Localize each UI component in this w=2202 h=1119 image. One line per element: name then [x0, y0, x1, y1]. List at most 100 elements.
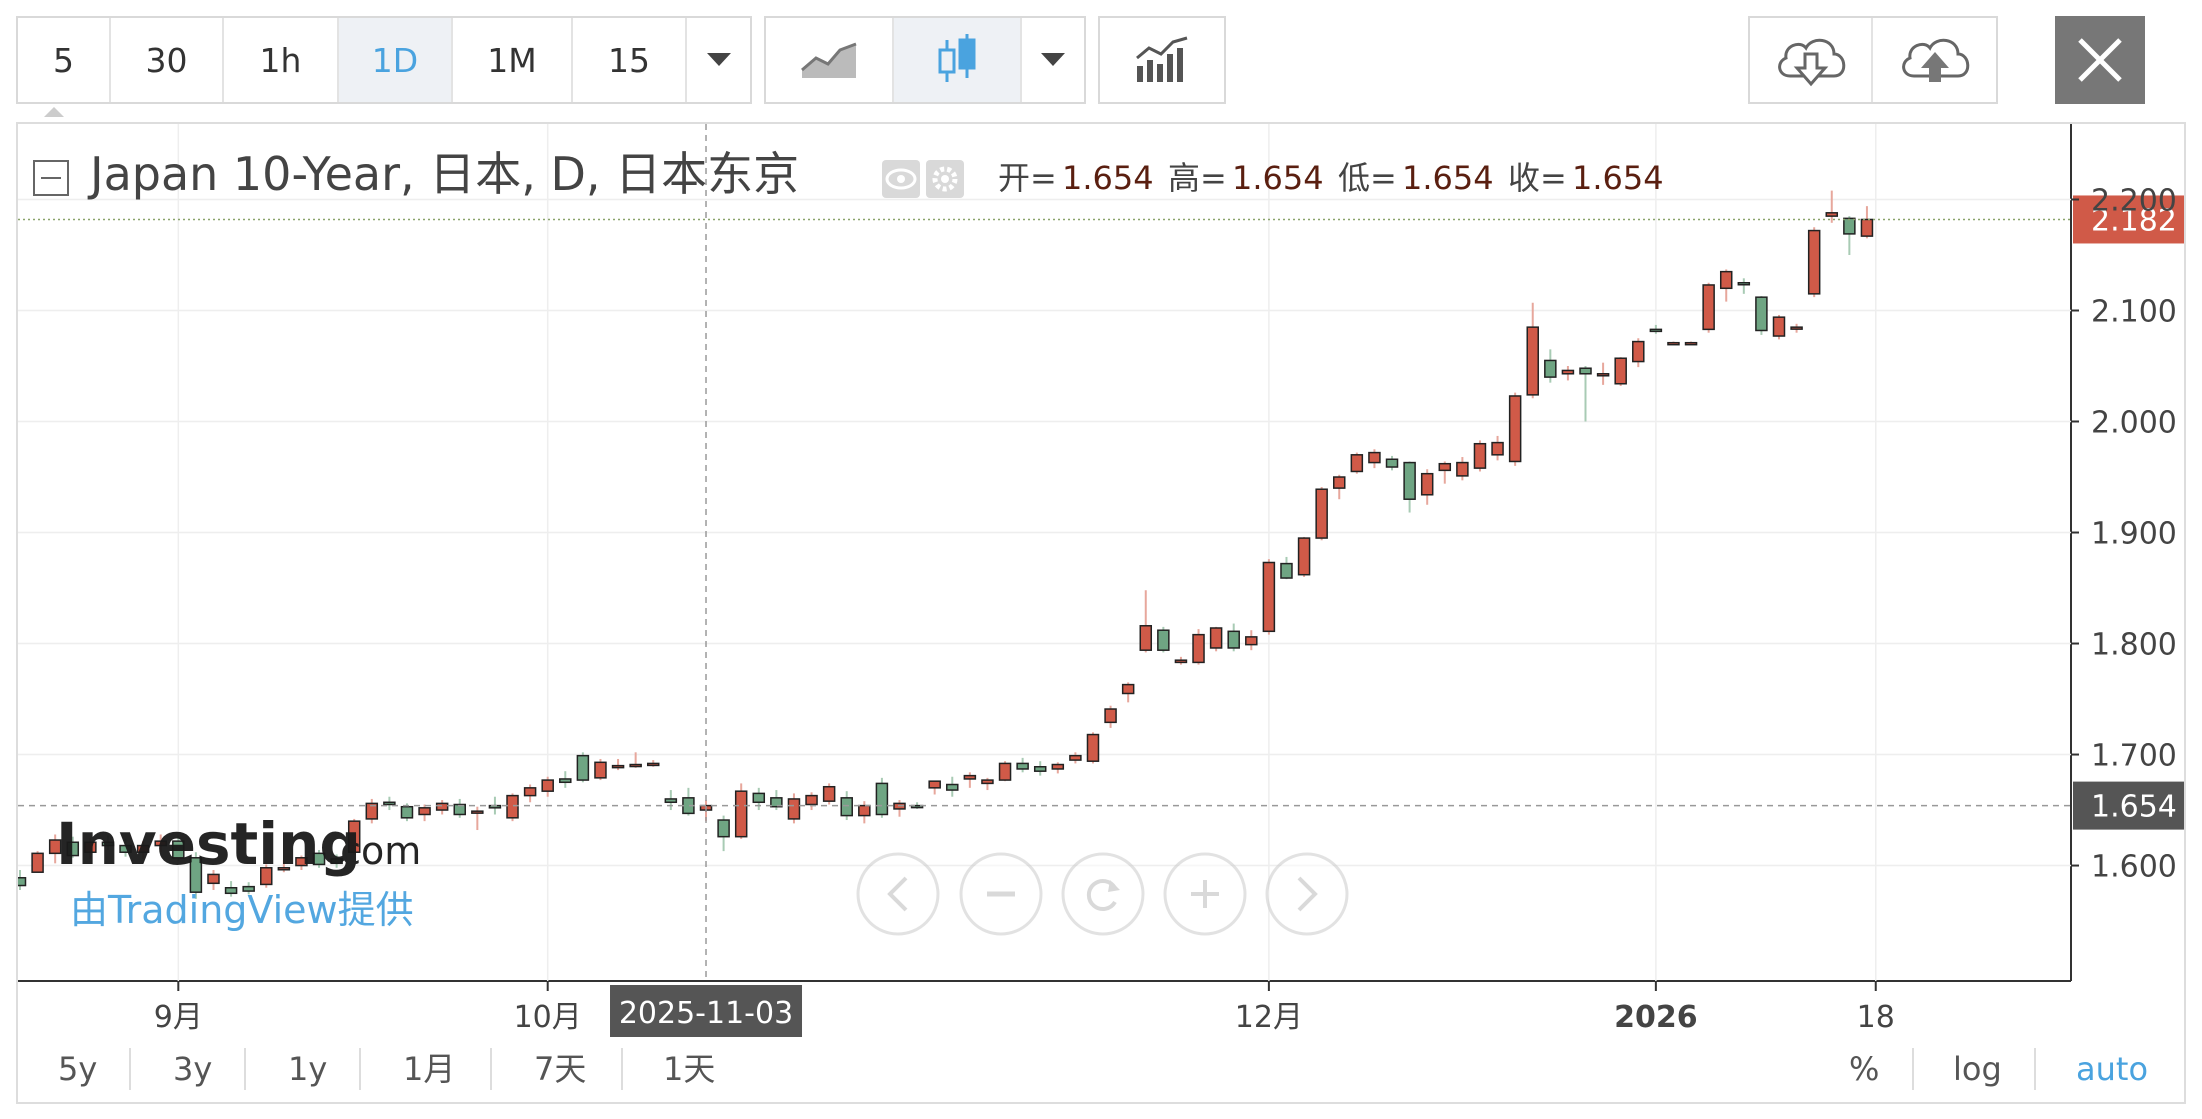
interval-dropdown-button[interactable]	[687, 18, 750, 102]
reset-button[interactable]	[1061, 852, 1145, 936]
candle-body	[946, 783, 959, 791]
log-scale-button[interactable]: log	[1953, 1036, 2002, 1102]
candle-body	[1139, 625, 1153, 651]
open-label: 开=	[998, 159, 1057, 197]
percent-scale-button[interactable]: %	[1849, 1036, 1879, 1102]
candle-body	[998, 762, 1012, 781]
x-tick-label: 12月	[1235, 1000, 1303, 1035]
candle-body	[1016, 762, 1029, 770]
candlestick-icon	[938, 34, 976, 82]
y-tick-label: 2.000	[2091, 406, 2177, 441]
candle-body	[734, 790, 748, 838]
candle-body	[1315, 488, 1328, 539]
y-tick-label: 1.600	[2091, 850, 2177, 885]
close-button[interactable]	[2055, 16, 2145, 104]
zoom-in-button[interactable]	[1163, 852, 1247, 936]
candle-body	[963, 774, 977, 780]
scroll-left-button[interactable]	[856, 852, 940, 936]
interval-30-button[interactable]: 30	[111, 18, 224, 102]
candle-body	[1807, 229, 1821, 295]
candle-body	[858, 804, 871, 817]
candle-body	[506, 794, 519, 819]
candle-body	[1596, 373, 1610, 377]
indicators-button[interactable]	[1100, 18, 1224, 102]
candle-body	[1860, 218, 1874, 237]
candle-body	[471, 810, 484, 814]
candle-body	[1033, 766, 1047, 772]
close-value: 1.654	[1572, 159, 1664, 197]
interval-1d-button[interactable]: 1D	[339, 18, 453, 102]
scroll-marker-icon	[44, 107, 64, 117]
candle-body	[383, 801, 396, 806]
candle-body	[1403, 461, 1416, 500]
candle-body	[1737, 281, 1751, 286]
save-chart-button[interactable]	[1873, 18, 1996, 102]
range-7day-button[interactable]: 7天	[534, 1036, 586, 1102]
candle-body	[1420, 472, 1434, 496]
candle-body	[523, 787, 537, 797]
x-tick-label: 9月	[154, 1000, 203, 1035]
candle-body	[1579, 367, 1592, 375]
crosshair-date-label: 2025-11-03	[619, 996, 793, 1031]
load-chart-button[interactable]	[1750, 18, 1873, 102]
candle-body	[611, 764, 625, 769]
candle-body	[646, 762, 660, 767]
auto-scale-button[interactable]: auto	[2076, 1036, 2148, 1102]
chart-type-dropdown-button[interactable]	[1022, 18, 1084, 102]
candle-body	[822, 785, 836, 802]
candlestick-chart-button[interactable]	[894, 18, 1022, 102]
candle-body	[1544, 359, 1557, 378]
candle-body	[1227, 630, 1240, 649]
candle-body	[1350, 454, 1364, 473]
candle-body	[1368, 451, 1381, 464]
zoom-out-button[interactable]	[959, 852, 1043, 936]
high-label: 高=	[1168, 159, 1227, 197]
divider	[621, 1048, 623, 1090]
indicators-icon	[1136, 36, 1188, 82]
candle-body	[1385, 458, 1399, 468]
y-tick-label: 1.900	[2091, 517, 2177, 552]
candle-body	[1508, 395, 1522, 463]
range-3y-button[interactable]: 3y	[173, 1036, 212, 1102]
candle-body	[1262, 561, 1276, 633]
candle-body	[594, 761, 607, 779]
candle-body	[664, 798, 678, 804]
y-tick-label: 2.200	[2091, 183, 2177, 218]
candle-body	[1719, 270, 1733, 290]
cloud-toolbar	[1748, 16, 1998, 104]
candlestick-chart[interactable]: 2025-11-031.6542.182 1.6001.7001.8001.90…	[18, 124, 2184, 1102]
bottom-bar: 5y 3y 1y 1月 7天 1天 % log auto	[18, 1036, 2184, 1102]
close-label: 收=	[1508, 159, 1567, 197]
candle-body	[576, 754, 590, 781]
interval-15-button[interactable]: 15	[573, 18, 687, 102]
candle-body	[1069, 754, 1082, 761]
range-1day-button[interactable]: 1天	[663, 1036, 715, 1102]
divider	[359, 1048, 361, 1090]
interval-1m-button[interactable]: 1M	[453, 18, 573, 102]
range-5y-button[interactable]: 5y	[58, 1036, 97, 1102]
candle-body	[1333, 476, 1346, 489]
candle-body	[1649, 328, 1663, 333]
candle-body	[875, 782, 889, 816]
candle-body	[1121, 683, 1135, 695]
range-1y-button[interactable]: 1y	[288, 1036, 327, 1102]
range-1month-button[interactable]: 1月	[403, 1036, 455, 1102]
interval-5-button[interactable]: 5	[18, 18, 111, 102]
candle-body	[1473, 442, 1487, 469]
interval-1h-button[interactable]: 1h	[224, 18, 339, 102]
candle-body	[1192, 633, 1205, 664]
line-chart-button[interactable]	[766, 18, 894, 102]
candle-body	[1561, 369, 1575, 375]
crosshair-price-label: 1.654	[2091, 790, 2177, 825]
candle-body	[840, 797, 853, 817]
scroll-right-button[interactable]	[1265, 852, 1349, 936]
candle-body	[787, 798, 801, 820]
candle-body	[629, 763, 642, 768]
candle-body	[1667, 341, 1680, 346]
x-tick-label: 2026	[1614, 1000, 1698, 1035]
y-tick-label: 2.100	[2091, 294, 2177, 329]
divider	[1912, 1048, 1914, 1090]
candle-body	[717, 819, 730, 838]
candle-body	[1790, 326, 1803, 330]
candle-body	[1825, 212, 1839, 217]
